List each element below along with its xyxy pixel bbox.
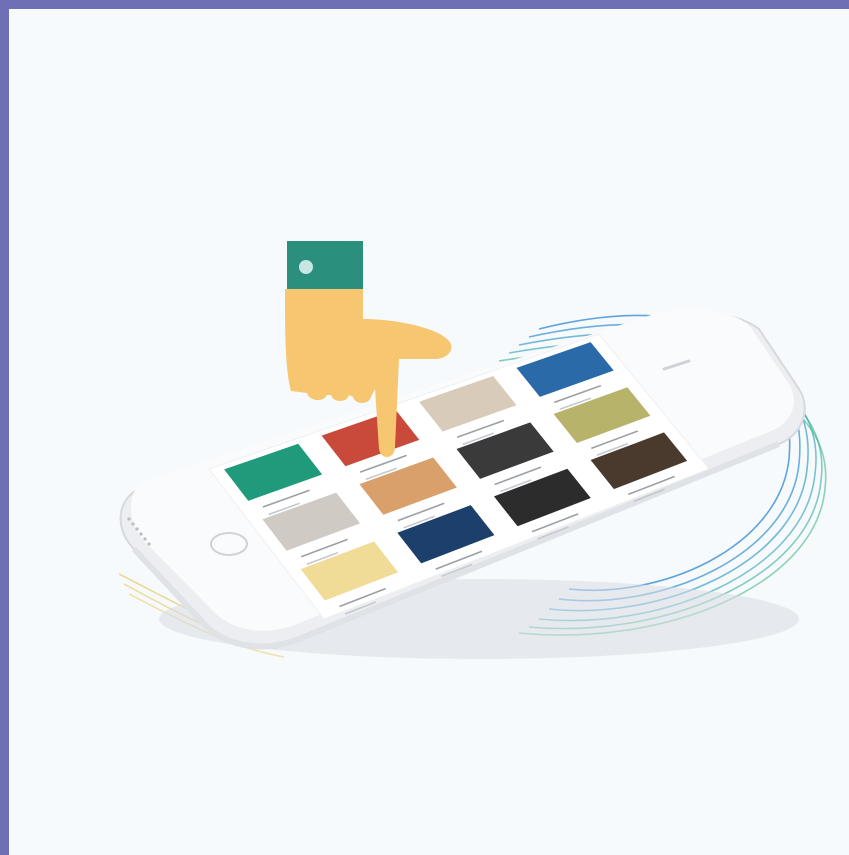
phone-hand-illustration [99,219,829,679]
illustration-svg [118,241,827,659]
cuff [287,241,363,289]
illustration-canvas [9,9,849,855]
cuff-button [299,260,313,274]
